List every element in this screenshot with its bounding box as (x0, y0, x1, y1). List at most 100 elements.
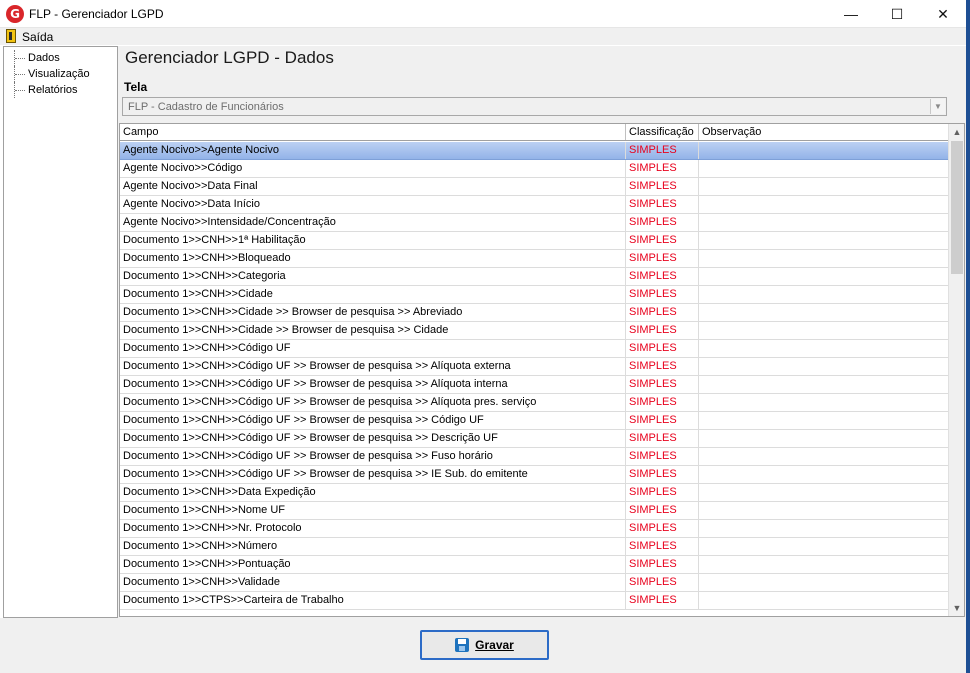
cell-observacao[interactable] (699, 286, 948, 303)
table-row[interactable]: Documento 1>>CTPS>>Carteira de Trabalho S… (120, 592, 948, 610)
cell-campo[interactable]: Documento 1>>CNH>>Código UF >> Browser d… (120, 376, 626, 393)
table-row[interactable]: Documento 1>>CNH>>Código UF >> Browser d… (120, 466, 948, 484)
cell-classificacao[interactable]: SIMPLES (626, 376, 699, 393)
tela-select[interactable]: FLP - Cadastro de Funcionários ▼ (122, 97, 947, 116)
cell-campo[interactable]: Documento 1>>CNH>>Código UF >> Browser d… (120, 394, 626, 411)
cell-campo[interactable]: Documento 1>>CNH>>Código UF >> Browser d… (120, 430, 626, 447)
cell-classificacao[interactable]: SIMPLES (626, 142, 699, 159)
minimize-button[interactable]: — (828, 0, 874, 28)
table-row[interactable]: Documento 1>>CNH>>Código UF >> Browser d… (120, 394, 948, 412)
cell-campo[interactable]: Documento 1>>CNH>>Bloqueado (120, 250, 626, 267)
cell-observacao[interactable] (699, 430, 948, 447)
cell-classificacao[interactable]: SIMPLES (626, 430, 699, 447)
table-row[interactable]: Agente Nocivo>>Data Final SIMPLES (120, 178, 948, 196)
cell-campo[interactable]: Documento 1>>CNH>>Data Expedição (120, 484, 626, 501)
table-row[interactable]: Documento 1>>CNH>>Cidade >> Browser de p… (120, 304, 948, 322)
table-row[interactable]: Documento 1>>CNH>>Código UF >> Browser d… (120, 376, 948, 394)
cell-observacao[interactable] (699, 358, 948, 375)
cell-observacao[interactable] (699, 268, 948, 285)
cell-observacao[interactable] (699, 340, 948, 357)
cell-classificacao[interactable]: SIMPLES (626, 520, 699, 537)
cell-campo[interactable]: Documento 1>>CNH>>Cidade >> Browser de p… (120, 304, 626, 321)
cell-classificacao[interactable]: SIMPLES (626, 232, 699, 249)
cell-campo[interactable]: Documento 1>>CNH>>Código UF >> Browser d… (120, 358, 626, 375)
cell-observacao[interactable] (699, 538, 948, 555)
cell-observacao[interactable] (699, 214, 948, 231)
table-row[interactable]: Documento 1>>CNH>>Código UF SIMPLES (120, 340, 948, 358)
table-row[interactable]: Documento 1>>CNH>>Validade SIMPLES (120, 574, 948, 592)
cell-classificacao[interactable]: SIMPLES (626, 484, 699, 501)
cell-classificacao[interactable]: SIMPLES (626, 160, 699, 177)
cell-campo[interactable]: Documento 1>>CNH>>1ª Habilitação (120, 232, 626, 249)
cell-classificacao[interactable]: SIMPLES (626, 556, 699, 573)
cell-campo[interactable]: Documento 1>>CNH>>Número (120, 538, 626, 555)
cell-classificacao[interactable]: SIMPLES (626, 502, 699, 519)
cell-observacao[interactable] (699, 322, 948, 339)
table-row[interactable]: Documento 1>>CNH>>Nr. Protocolo SIMPLES (120, 520, 948, 538)
table-row[interactable]: Documento 1>>CNH>>Bloqueado SIMPLES (120, 250, 948, 268)
table-row[interactable]: Documento 1>>CNH>>Data Expedição SIMPLES (120, 484, 948, 502)
scroll-up-icon[interactable]: ▲ (949, 124, 964, 140)
cell-classificacao[interactable]: SIMPLES (626, 268, 699, 285)
cell-observacao[interactable] (699, 250, 948, 267)
cell-observacao[interactable] (699, 574, 948, 591)
cell-classificacao[interactable]: SIMPLES (626, 178, 699, 195)
maximize-button[interactable]: ☐ (874, 0, 920, 28)
cell-classificacao[interactable]: SIMPLES (626, 358, 699, 375)
cell-observacao[interactable] (699, 592, 948, 609)
table-row[interactable]: Documento 1>>CNH>>Pontuação SIMPLES (120, 556, 948, 574)
cell-classificacao[interactable]: SIMPLES (626, 250, 699, 267)
cell-observacao[interactable] (699, 376, 948, 393)
table-row[interactable]: Documento 1>>CNH>>Código UF >> Browser d… (120, 358, 948, 376)
nav-item-relatorios[interactable]: Relatórios (14, 82, 78, 98)
table-row[interactable]: Documento 1>>CNH>>1ª Habilitação SIMPLES (120, 232, 948, 250)
cell-classificacao[interactable]: SIMPLES (626, 322, 699, 339)
cell-campo[interactable]: Agente Nocivo>>Intensidade/Concentração (120, 214, 626, 231)
cell-observacao[interactable] (699, 412, 948, 429)
column-header-observacao[interactable]: Observação (699, 124, 948, 140)
table-row[interactable]: Documento 1>>CNH>>Nome UF SIMPLES (120, 502, 948, 520)
cell-campo[interactable]: Documento 1>>CNH>>Nome UF (120, 502, 626, 519)
cell-observacao[interactable] (699, 484, 948, 501)
cell-observacao[interactable] (699, 232, 948, 249)
cell-observacao[interactable] (699, 160, 948, 177)
cell-campo[interactable]: Documento 1>>CNH>>Código UF >> Browser d… (120, 412, 626, 429)
cell-classificacao[interactable]: SIMPLES (626, 412, 699, 429)
cell-observacao[interactable] (699, 520, 948, 537)
cell-campo[interactable]: Documento 1>>CTPS>>Carteira de Trabalho (120, 592, 626, 609)
close-button[interactable]: ✕ (920, 0, 966, 28)
cell-classificacao[interactable]: SIMPLES (626, 340, 699, 357)
table-row[interactable]: Documento 1>>CNH>>Número SIMPLES (120, 538, 948, 556)
cell-campo[interactable]: Agente Nocivo>>Data Final (120, 178, 626, 195)
column-header-classificacao[interactable]: Classificação (626, 124, 699, 140)
cell-observacao[interactable] (699, 178, 948, 195)
table-row[interactable]: Agente Nocivo>>Intensidade/Concentração S… (120, 214, 948, 232)
cell-campo[interactable]: Agente Nocivo>>Data Início (120, 196, 626, 213)
table-row[interactable]: Agente Nocivo>>Código SIMPLES (120, 160, 948, 178)
table-row[interactable]: Agente Nocivo>>Agente Nocivo SIMPLES (120, 142, 948, 160)
cell-observacao[interactable] (699, 196, 948, 213)
nav-item-dados[interactable]: Dados (14, 50, 60, 66)
cell-campo[interactable]: Documento 1>>CNH>>Código UF (120, 340, 626, 357)
vertical-scrollbar[interactable]: ▲ ▼ (948, 124, 964, 616)
cell-classificacao[interactable]: SIMPLES (626, 538, 699, 555)
table-row[interactable]: Documento 1>>CNH>>Código UF >> Browser d… (120, 412, 948, 430)
cell-campo[interactable]: Documento 1>>CNH>>Validade (120, 574, 626, 591)
cell-classificacao[interactable]: SIMPLES (626, 394, 699, 411)
cell-classificacao[interactable]: SIMPLES (626, 448, 699, 465)
cell-campo[interactable]: Documento 1>>CNH>>Cidade >> Browser de p… (120, 322, 626, 339)
table-row[interactable]: Documento 1>>CNH>>Cidade SIMPLES (120, 286, 948, 304)
cell-classificacao[interactable]: SIMPLES (626, 466, 699, 483)
table-row[interactable]: Agente Nocivo>>Data Início SIMPLES (120, 196, 948, 214)
cell-observacao[interactable] (699, 448, 948, 465)
cell-campo[interactable]: Documento 1>>CNH>>Nr. Protocolo (120, 520, 626, 537)
table-row[interactable]: Documento 1>>CNH>>Categoria SIMPLES (120, 268, 948, 286)
table-row[interactable]: Documento 1>>CNH>>Código UF >> Browser d… (120, 448, 948, 466)
cell-classificacao[interactable]: SIMPLES (626, 286, 699, 303)
cell-campo[interactable]: Documento 1>>CNH>>Código UF >> Browser d… (120, 448, 626, 465)
cell-campo[interactable]: Agente Nocivo>>Código (120, 160, 626, 177)
cell-campo[interactable]: Agente Nocivo>>Agente Nocivo (120, 142, 626, 159)
cell-campo[interactable]: Documento 1>>CNH>>Pontuação (120, 556, 626, 573)
cell-classificacao[interactable]: SIMPLES (626, 592, 699, 609)
nav-item-visualizacao[interactable]: Visualização (14, 66, 90, 82)
